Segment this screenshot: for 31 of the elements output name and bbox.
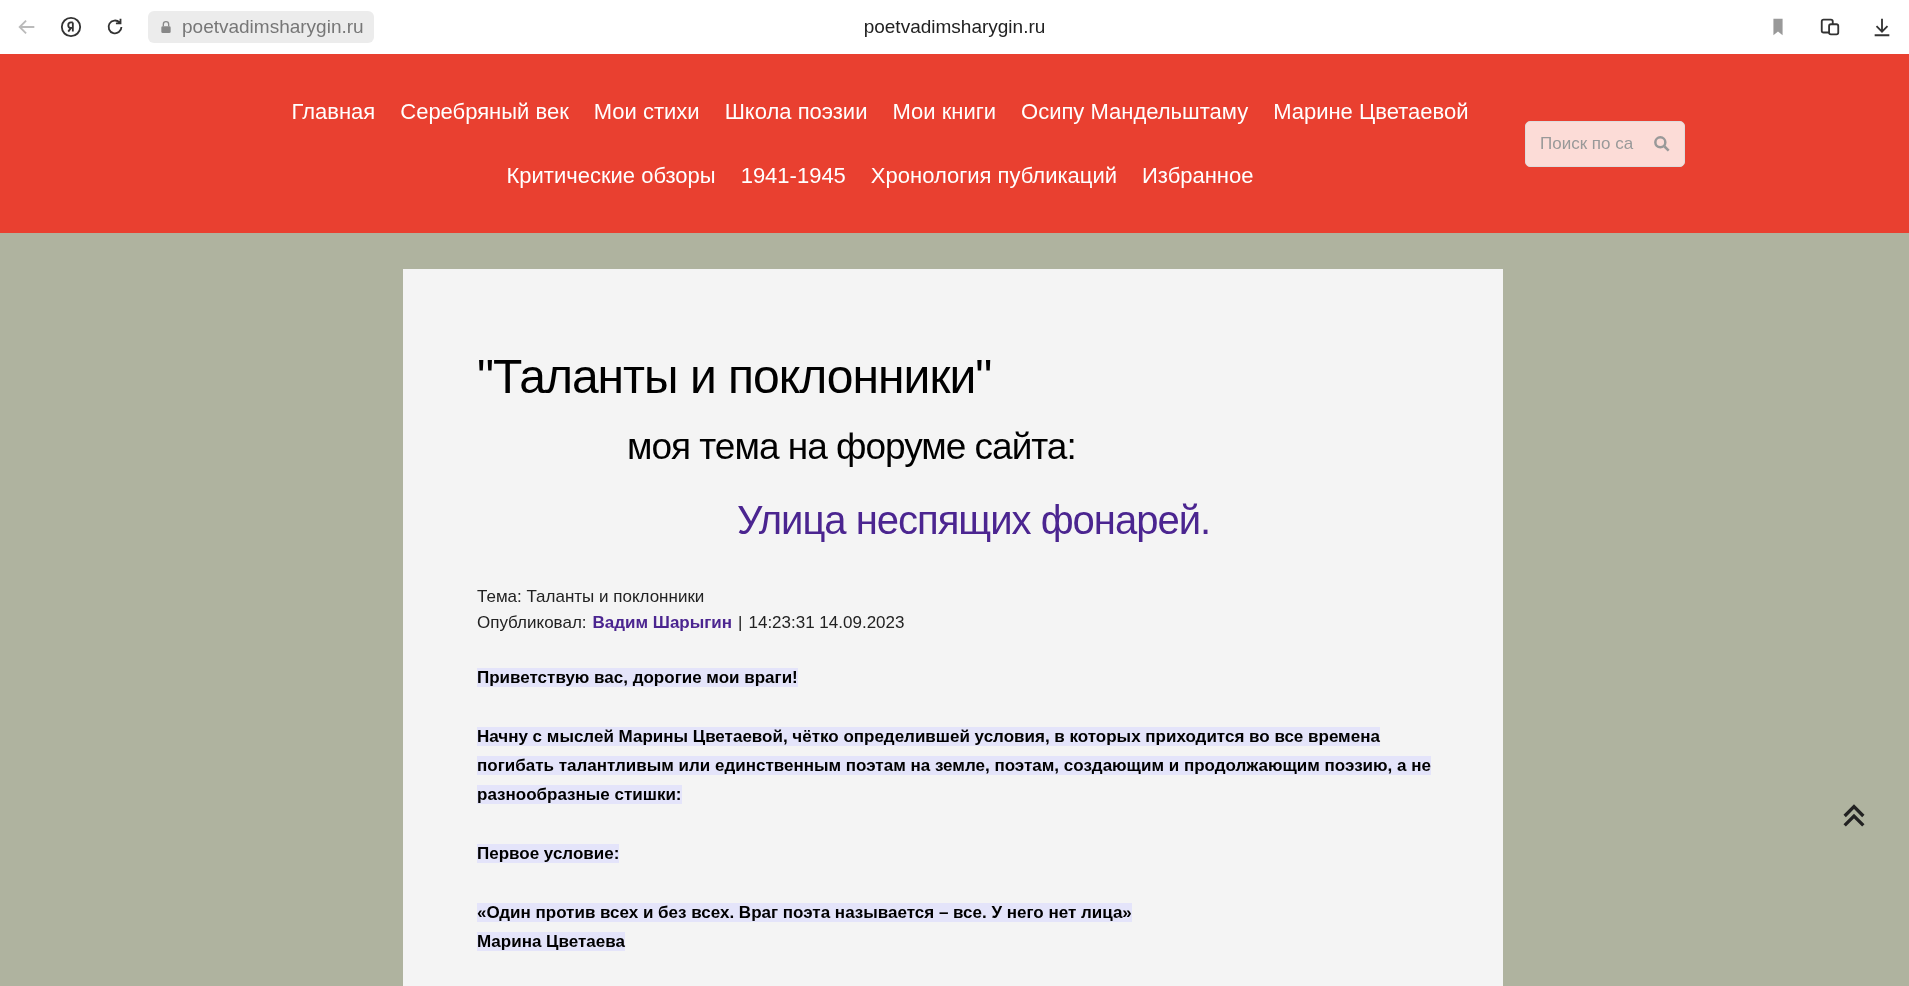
forum-link[interactable]: Улица неспящих фонарей. [737, 498, 1211, 543]
nav-link[interactable]: Осипу Мандельштаму [1021, 98, 1249, 125]
article-subtitle: моя тема на форуме сайта: [627, 426, 1077, 468]
address-bar[interactable]: poetvadimsharygin.ru [148, 11, 374, 43]
posted-label: Опубликовал: [477, 613, 587, 633]
nav-link[interactable]: Избранное [1142, 162, 1254, 189]
paragraph-text: «Один против всех и без всех. Враг поэта называется – все. У него нет лица» Марина Цветаева [477, 902, 1133, 953]
article-title: "Таланты и поклонники" [477, 349, 993, 404]
paragraph-text: Приветствую вас, дорогие мои враги! [477, 667, 799, 689]
nav-link[interactable]: Школа поэзии [724, 98, 868, 125]
topic-text: Тема: Таланты и поклонники [477, 587, 705, 607]
paragraph-text: Начну с мыслей Марины Цветаевой, чётко определившей условия, в которых приходится во все времена погибать талантливым или единственным поэтам на земле, поэтам, создающим и продолжающим поэзию, а не разнообразные стишки: [477, 726, 1431, 806]
page-title: poetvadimsharygin.ru [863, 16, 1046, 38]
browser-logo-icon[interactable] [60, 16, 82, 38]
nav-link[interactable]: Марине Цветаевой [1273, 98, 1469, 125]
extensions-icon[interactable] [1819, 16, 1841, 38]
nav-link[interactable]: 1941-1945 [740, 162, 846, 189]
nav-link[interactable]: Мои книги [892, 98, 996, 125]
nav-link[interactable]: Главная [291, 98, 376, 125]
lock-icon [158, 19, 174, 35]
separator-text: | [738, 613, 743, 633]
paragraph-text: Первое условие: [477, 843, 621, 865]
nav-link[interactable]: Хронология публикаций [870, 162, 1117, 189]
search-input[interactable]: Поиск по са [1538, 132, 1652, 155]
nav-link[interactable]: Серебряный век [400, 98, 569, 125]
author-link[interactable]: Вадим Шарыгин [592, 613, 733, 633]
search-bar[interactable]: Поиск по са [1525, 120, 1685, 167]
timestamp-text: 14:23:31 14.09.2023 [748, 613, 905, 633]
nav-link[interactable]: Мои стихи [593, 98, 700, 125]
url-text: poetvadimsharygin.ru [182, 16, 364, 38]
nav-link[interactable]: Критические обзоры [506, 162, 716, 189]
